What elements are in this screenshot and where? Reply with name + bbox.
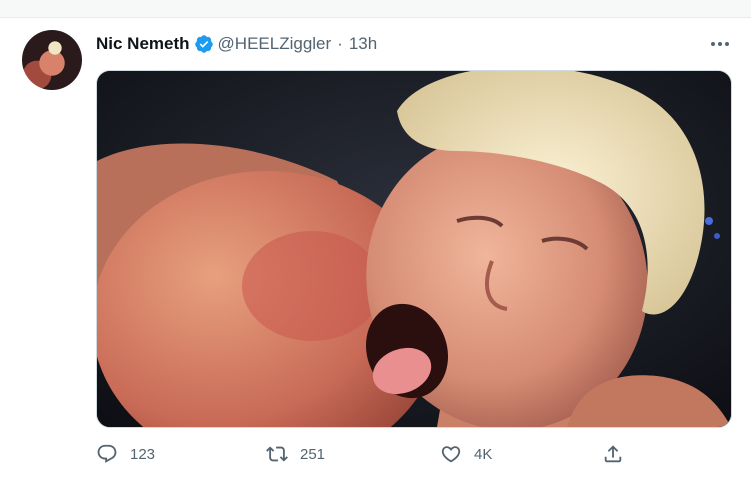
top-divider-strip: [0, 0, 751, 18]
retweet-icon: [266, 446, 288, 462]
like-button[interactable]: 4K: [440, 440, 492, 468]
more-dot: [718, 42, 722, 46]
tweet-header: Nic Nemeth @HEELZiggler · 13h: [96, 32, 377, 56]
tweet-actions: 123 251 4K: [96, 440, 656, 468]
media-photo: [97, 71, 731, 427]
share-button[interactable]: [602, 440, 624, 468]
author-handle[interactable]: @HEELZiggler: [218, 34, 332, 54]
verified-badge-icon: [194, 35, 213, 53]
tweet-media-image[interactable]: [96, 70, 732, 428]
more-dot: [725, 42, 729, 46]
retweet-button[interactable]: 251: [266, 440, 325, 468]
tweet-timestamp[interactable]: 13h: [349, 34, 377, 54]
more-dot: [711, 42, 715, 46]
share-icon: [604, 445, 622, 463]
heart-icon: [441, 446, 461, 463]
tweet[interactable]: Nic Nemeth @HEELZiggler · 13h 123 251 4K: [0, 18, 751, 479]
retweet-count: 251: [300, 445, 326, 463]
reply-icon: [97, 444, 117, 463]
author-avatar[interactable]: [22, 30, 82, 90]
separator-dot: ·: [337, 34, 343, 53]
author-display-name[interactable]: Nic Nemeth: [96, 34, 190, 54]
reply-count: 123: [130, 445, 156, 463]
reply-button[interactable]: 123: [96, 440, 155, 468]
like-count: 4K: [474, 445, 493, 463]
more-options-button[interactable]: [706, 34, 734, 54]
